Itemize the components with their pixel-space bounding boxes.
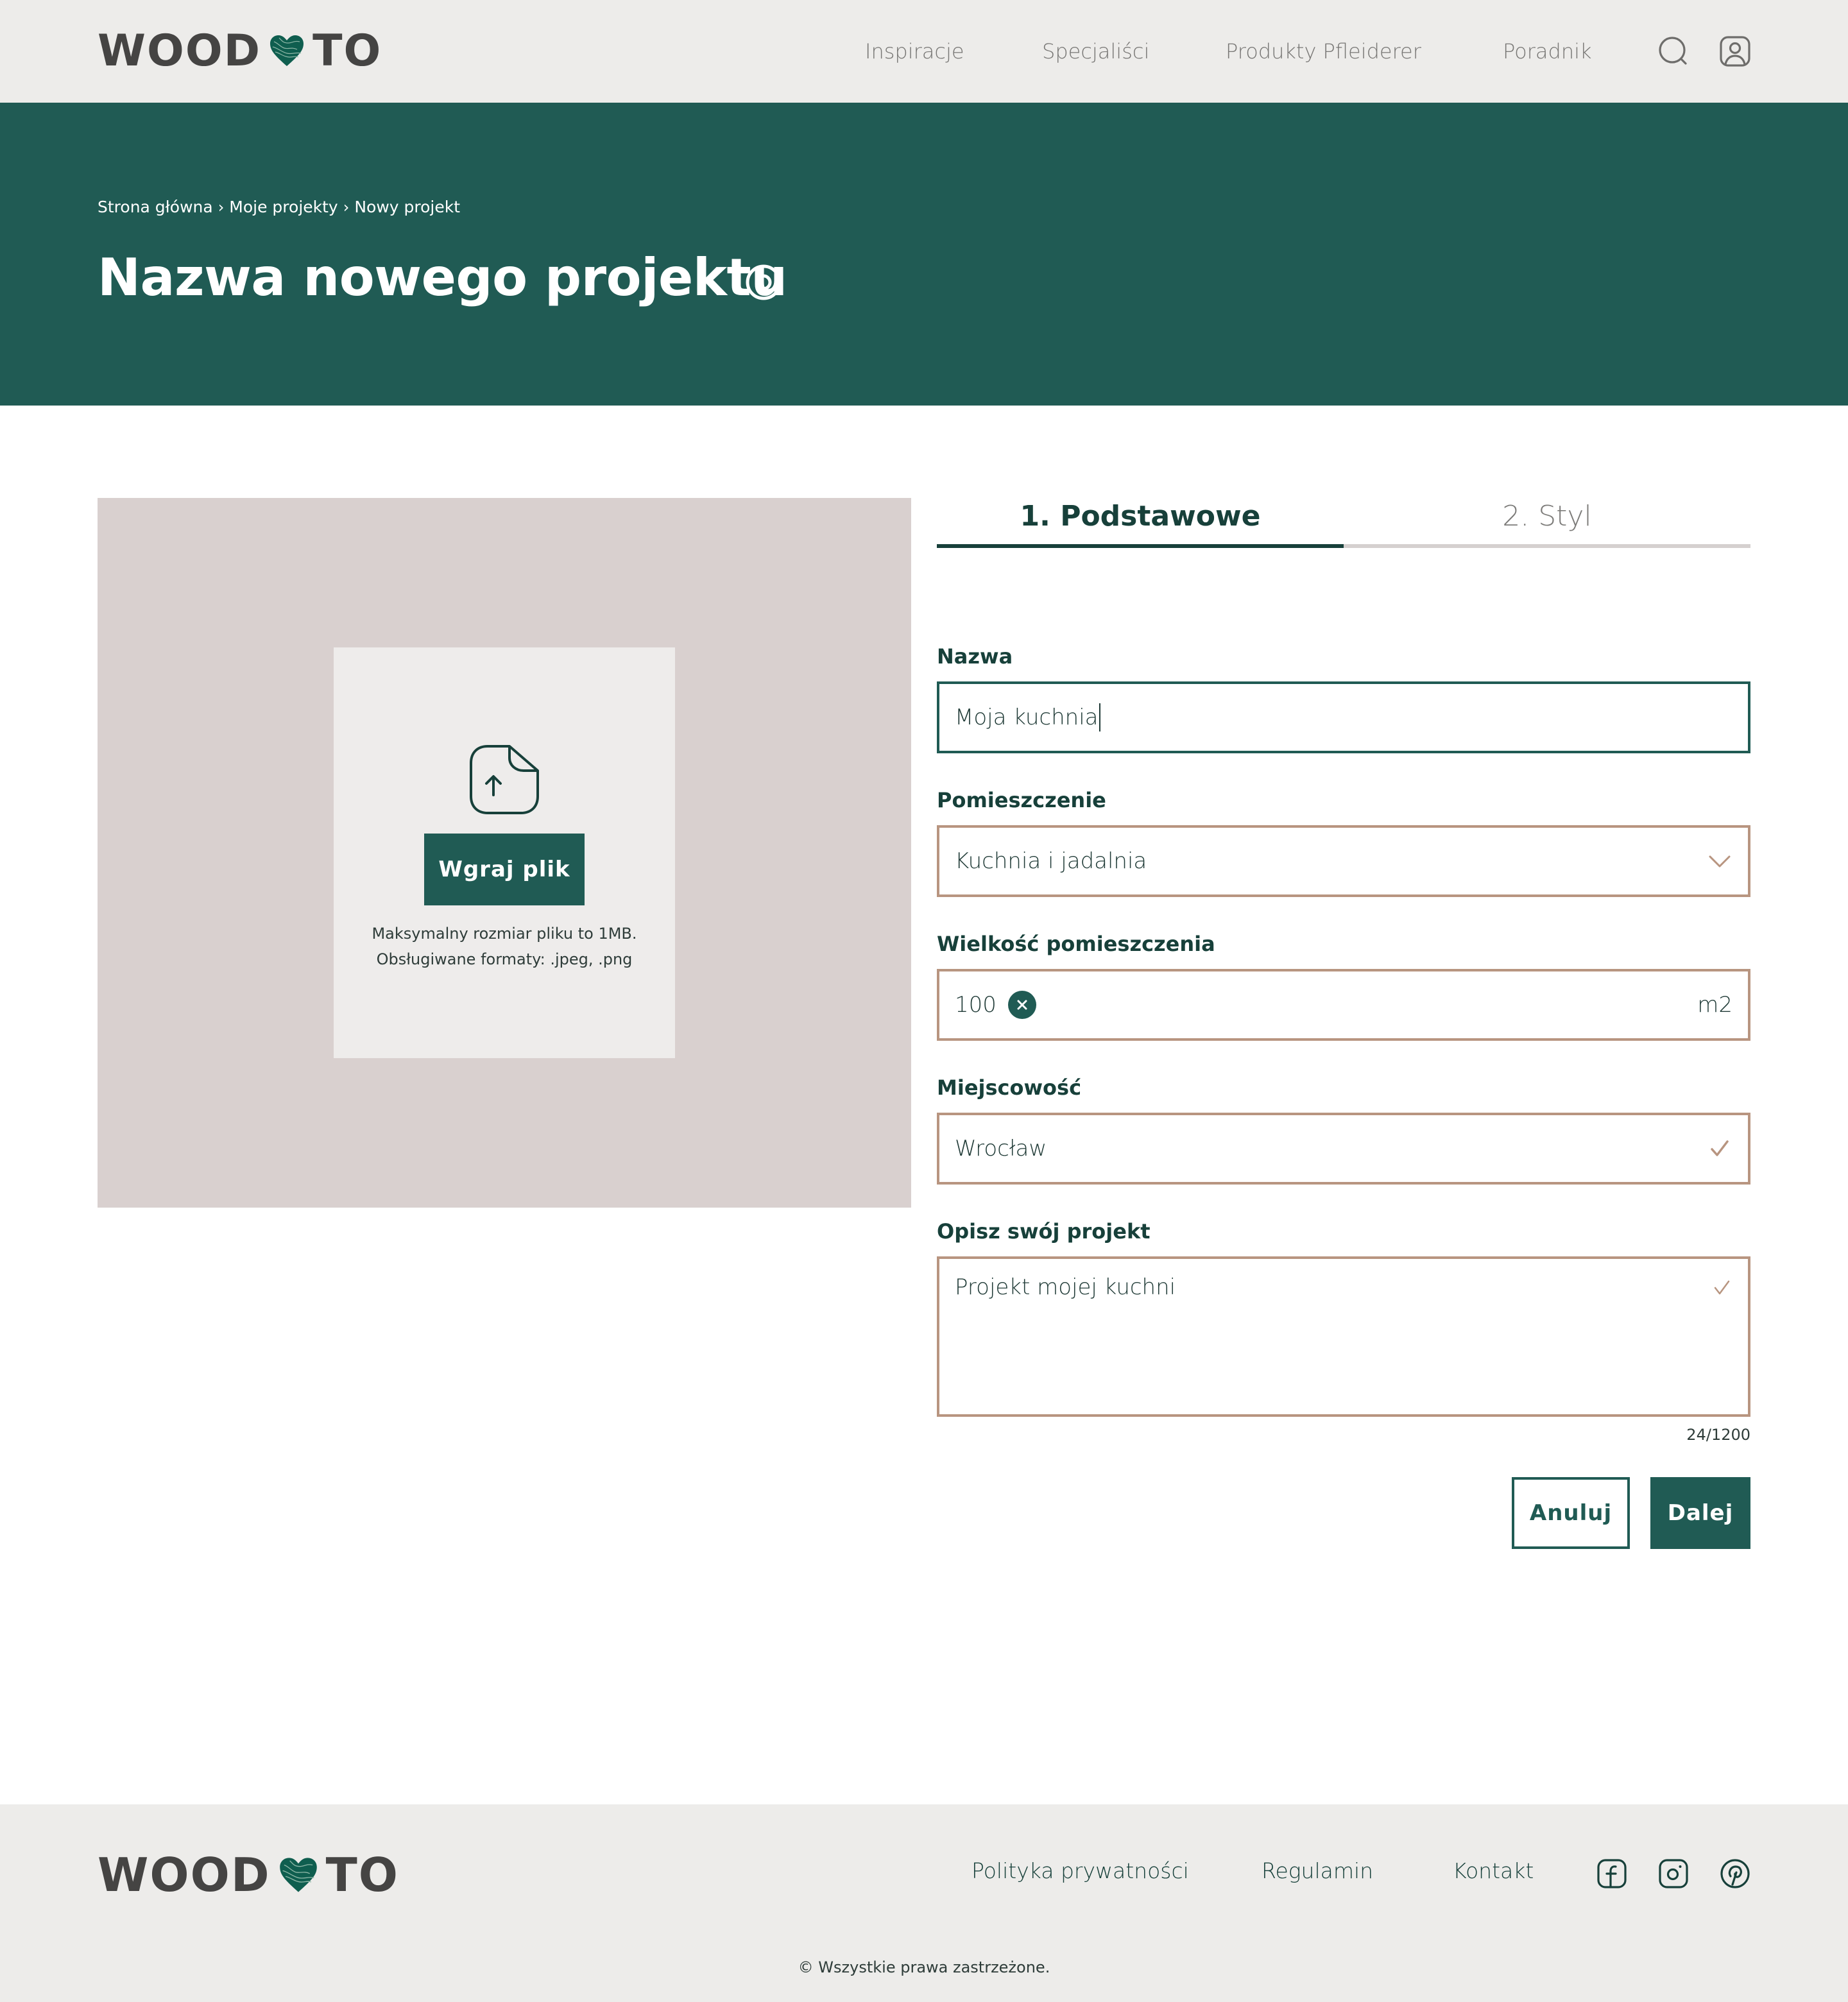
facebook-icon[interactable] [1596,1858,1627,1889]
character-counter: 24/1200 [1686,1426,1750,1444]
city-input-value: Wrocław [955,1136,1047,1161]
name-label: Nazwa [937,644,1013,669]
footer-link-privacy-policy[interactable]: Polityka prywatności [971,1858,1189,1883]
room-size-unit: m2 [1697,992,1733,1018]
logo-text-right: TO [312,25,382,76]
upload-hint: Maksymalny rozmiar pliku to 1MB. Obsługi… [334,921,675,972]
cancel-button[interactable]: Anuluj [1512,1477,1630,1549]
page-title: Nazwa nowego projektu [98,248,787,307]
footer-link-terms[interactable]: Regulamin [1262,1858,1373,1883]
copyright: © Wszystkie prawa zastrzeżone. [798,1958,1050,1976]
city-label: Miejscowość [937,1075,1082,1100]
pinterest-icon[interactable] [1720,1858,1750,1889]
breadcrumb: Strona główna › Moje projekty › Nowy pro… [98,198,460,216]
room-size-input[interactable]: 100 m2 [937,969,1750,1041]
clear-value-button[interactable] [1007,991,1036,1019]
logo-text-right: TO [325,1848,399,1902]
nav-link-produkty-pfleiderer[interactable]: Produkty Pfleiderer [1226,35,1421,68]
upload-dropzone[interactable]: Wgraj plik Maksymalny rozmiar pliku to 1… [334,647,675,1058]
nav-link-inspiracje[interactable]: Inspiracje [865,35,964,68]
heart-logo-icon [279,1858,317,1892]
tab-step-style[interactable]: 2. Styl [1344,494,1750,548]
check-icon [1711,1140,1729,1156]
footer: WOOD TO Polityka prywatności Regulamin K… [0,1804,1848,2002]
check-icon [1714,1280,1730,1295]
description-textarea[interactable]: Projekt mojej kuchni [937,1256,1750,1417]
text-caret [1099,703,1100,732]
heart-logo-icon [270,35,304,66]
footer-logo[interactable]: WOOD TO [98,1848,399,1902]
logo-text-left: WOOD [98,25,262,76]
nav-link-poradnik[interactable]: Poradnik [1503,35,1592,68]
eye-icon[interactable] [744,263,783,302]
step-indicator-inactive [1344,544,1750,548]
top-navigation-bar: WOOD TO Inspiracje Specjaliści Produkty … [0,0,1848,103]
room-label: Pomieszczenie [937,788,1106,812]
chevron-down-icon[interactable] [1707,848,1733,874]
city-input[interactable]: Wrocław [937,1113,1750,1185]
upload-file-button[interactable]: Wgraj plik [424,834,585,905]
description-label: Opisz swój projekt [937,1219,1151,1244]
room-select-value: Kuchnia i jadalnia [955,848,1147,874]
room-size-label: Wielkość pomieszczenia [937,932,1215,956]
room-select[interactable]: Kuchnia i jadalnia [937,825,1750,897]
breadcrumb-home[interactable]: Strona główna [98,198,213,216]
next-button[interactable]: Dalej [1650,1477,1750,1549]
file-upload-icon [470,745,539,814]
footer-link-contact[interactable]: Kontakt [1453,1858,1534,1883]
upload-hint-formats: Obsługiwane formaty: .jpeg, .png [376,950,633,968]
user-profile-icon[interactable] [1718,35,1752,68]
search-icon[interactable] [1657,35,1690,68]
breadcrumb-my-projects[interactable]: Moje projekty [229,198,338,216]
page-hero: Strona główna › Moje projekty › Nowy pro… [0,103,1848,406]
description-value: Projekt mojej kuchni [955,1274,1176,1300]
instagram-icon[interactable] [1658,1858,1689,1889]
breadcrumb-current: Nowy projekt [354,198,461,216]
nav-link-specjalisci[interactable]: Specjaliści [1042,35,1149,68]
logo[interactable]: WOOD TO [98,25,382,76]
breadcrumb-separator: › [218,198,225,216]
tab-step-basic[interactable]: 1. Podstawowe [937,494,1344,548]
name-input[interactable]: Moja kuchnia [937,681,1750,753]
name-input-value: Moja kuchnia [955,705,1099,730]
step-indicator-active [937,544,1344,548]
image-upload-area[interactable]: Wgraj plik Maksymalny rozmiar pliku to 1… [98,498,911,1208]
logo-text-left: WOOD [98,1848,271,1902]
room-size-value: 100 [955,992,997,1018]
step-tabs: 1. Podstawowe 2. Styl [937,494,1750,548]
upload-hint-size: Maksymalny rozmiar pliku to 1MB. [372,925,637,943]
close-icon [1017,1000,1027,1010]
breadcrumb-separator: › [343,198,350,216]
